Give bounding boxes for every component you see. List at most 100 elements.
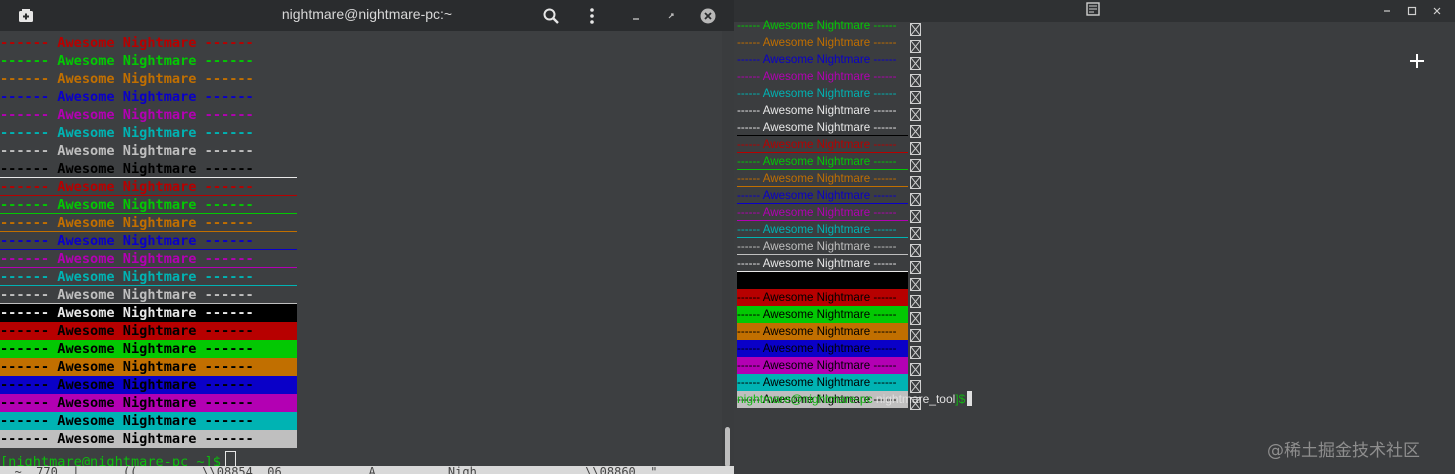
- terminal-line-part: Awesome: [57, 233, 115, 249]
- terminal-line-part: Awesome: [57, 377, 115, 393]
- terminal-line-part: ------: [196, 287, 254, 303]
- terminal-line-part: Nightmare: [122, 323, 197, 339]
- new-tab-icon: [19, 9, 33, 22]
- terminal-line-part: ------: [0, 179, 58, 195]
- terminal-line-part: Awesome: [57, 35, 115, 51]
- terminal-line-part: Awesome: [57, 431, 115, 447]
- scrollbar[interactable]: [722, 31, 734, 474]
- terminal-line-part: ------: [0, 413, 58, 429]
- left-terminal-window[interactable]: nightmare@nightmare-pc:~ ------ Awesome …: [0, 0, 734, 474]
- terminal-line-part: [115, 89, 123, 105]
- terminal-line-part: [115, 233, 123, 249]
- maximize-button[interactable]: [660, 5, 682, 27]
- terminal-line-part: ------: [196, 431, 254, 447]
- terminal-line-part: [115, 269, 123, 285]
- terminal-line-part: Awesome: [57, 71, 115, 87]
- terminal-line-part: Nightmare: [122, 89, 197, 105]
- terminal-line-part: ------: [196, 143, 254, 159]
- terminal-line: ------ Awesome Nightmare ------: [737, 238, 921, 257]
- terminal-line-part: Nightmare: [122, 287, 197, 303]
- terminal-line: ------ Awesome Nightmare ------: [737, 204, 921, 223]
- terminal-line-part: [115, 359, 123, 375]
- terminal-line-part: Awesome: [57, 341, 115, 357]
- right-terminal-window[interactable]: ------ Awesome Nightmare ------ ------ Aw…: [734, 0, 1455, 474]
- terminal-line: ------ Awesome Nightmare ------: [0, 376, 297, 394]
- terminal-line: ------ Awesome Nightmare ------: [0, 52, 297, 70]
- maximize-button[interactable]: [1403, 2, 1421, 20]
- menu-button[interactable]: [581, 5, 603, 27]
- terminal-line-part: Awesome: [57, 179, 115, 195]
- plus-icon: [1410, 54, 1424, 68]
- watermark: @稀土掘金技术社区: [1267, 441, 1420, 461]
- terminal-line: ------ Awesome Nightmare ------: [737, 170, 921, 189]
- app-button[interactable]: [1086, 2, 1104, 20]
- close-button[interactable]: [697, 5, 719, 27]
- terminal-line-part: ------: [196, 71, 254, 87]
- terminal-line-part: ------: [0, 71, 58, 87]
- terminal-line: ------ Awesome Nightmare ------: [0, 124, 297, 142]
- terminal-line-text: ------ Awesome Nightmare ------: [737, 221, 908, 238]
- minimize-button[interactable]: [625, 5, 647, 27]
- search-button[interactable]: [540, 5, 562, 27]
- terminal-line-text: ------ Awesome Nightmare ------: [737, 255, 908, 272]
- terminal-line-part: Awesome: [57, 215, 115, 231]
- terminal-line-text: ------ Awesome Nightmare ------: [737, 374, 908, 391]
- terminal-line-text: ------ Awesome Nightmare ------: [737, 272, 908, 289]
- terminal-line-part: ------: [0, 107, 58, 123]
- terminal-line: ------ Awesome Nightmare ------: [737, 289, 921, 308]
- terminal-line-part: ------: [196, 323, 254, 339]
- minimize-icon: [1384, 10, 1390, 12]
- terminal-line-part: Nightmare: [122, 35, 197, 51]
- terminal-line-part: Awesome: [57, 107, 115, 123]
- terminal-line-part: ------: [196, 197, 254, 213]
- scrollbar-thumb[interactable]: [725, 427, 730, 467]
- terminal-line: ------ Awesome Nightmare ------: [737, 221, 921, 240]
- terminal-line-part: [115, 431, 123, 447]
- terminal-line-part: Nightmare: [122, 359, 197, 375]
- terminal-line-part: ------: [196, 161, 254, 177]
- terminal-line-text: ------ Awesome Nightmare ------: [737, 53, 897, 66]
- terminal-line-part: Nightmare: [122, 125, 197, 141]
- terminal-line: ------ Awesome Nightmare ------: [737, 136, 921, 155]
- terminal-line: ------ Awesome Nightmare ------: [737, 255, 921, 274]
- add-button[interactable]: [1409, 53, 1425, 69]
- terminal-line-part: ------: [0, 323, 58, 339]
- terminal-line-text: ------ Awesome Nightmare ------: [737, 19, 897, 32]
- terminal-line-part: ------: [196, 359, 254, 375]
- terminal-line-part: Awesome: [57, 359, 115, 375]
- terminal-line-part: [115, 125, 123, 141]
- terminal-line-part: Nightmare: [122, 305, 197, 321]
- terminal-line-part: ------: [0, 35, 58, 51]
- terminal-line-part: ------: [0, 161, 58, 177]
- terminal-line: ------ Awesome Nightmare ------: [0, 304, 297, 322]
- terminal-line-part: [115, 197, 123, 213]
- close-icon: [700, 8, 716, 24]
- terminal-line: ------ Awesome Nightmare ------: [0, 250, 297, 268]
- terminal-line-part: Nightmare: [122, 413, 197, 429]
- terminal-line: ------ Awesome Nightmare ------: [737, 34, 921, 53]
- terminal-line-part: Nightmare: [122, 71, 197, 87]
- prompt-suffix: ]$: [955, 392, 966, 406]
- terminal-line-text: ------ Awesome Nightmare ------: [737, 153, 908, 170]
- close-icon: [1433, 7, 1441, 15]
- new-tab-button[interactable]: [12, 6, 40, 26]
- minimize-button[interactable]: [1378, 2, 1396, 20]
- terminal-line-part: Nightmare: [122, 143, 197, 159]
- terminal-line-text: ------ Awesome Nightmare ------: [737, 306, 908, 323]
- terminal-line: ------ Awesome Nightmare ------: [737, 17, 921, 36]
- terminal-line: ------ Awesome Nightmare ------: [0, 214, 297, 232]
- terminal-line-text: ------ Awesome Nightmare ------: [737, 289, 908, 306]
- close-button[interactable]: [1428, 2, 1446, 20]
- terminal-line-part: [115, 251, 123, 267]
- terminal-line-part: [115, 287, 123, 303]
- left-titlebar[interactable]: nightmare@nightmare-pc:~: [0, 0, 734, 31]
- terminal-line-part: ------: [196, 341, 254, 357]
- left-terminal-output[interactable]: ------ Awesome Nightmare ------ ------ Aw…: [0, 31, 722, 466]
- terminal-line-part: Nightmare: [122, 341, 197, 357]
- terminal-line-text: ------ Awesome Nightmare ------: [737, 187, 908, 204]
- terminal-line-part: [115, 305, 123, 321]
- text-cursor: [967, 391, 973, 406]
- minimize-icon: [633, 18, 639, 20]
- terminal-line-part: Nightmare: [122, 269, 197, 285]
- kebab-menu-icon: [590, 8, 594, 24]
